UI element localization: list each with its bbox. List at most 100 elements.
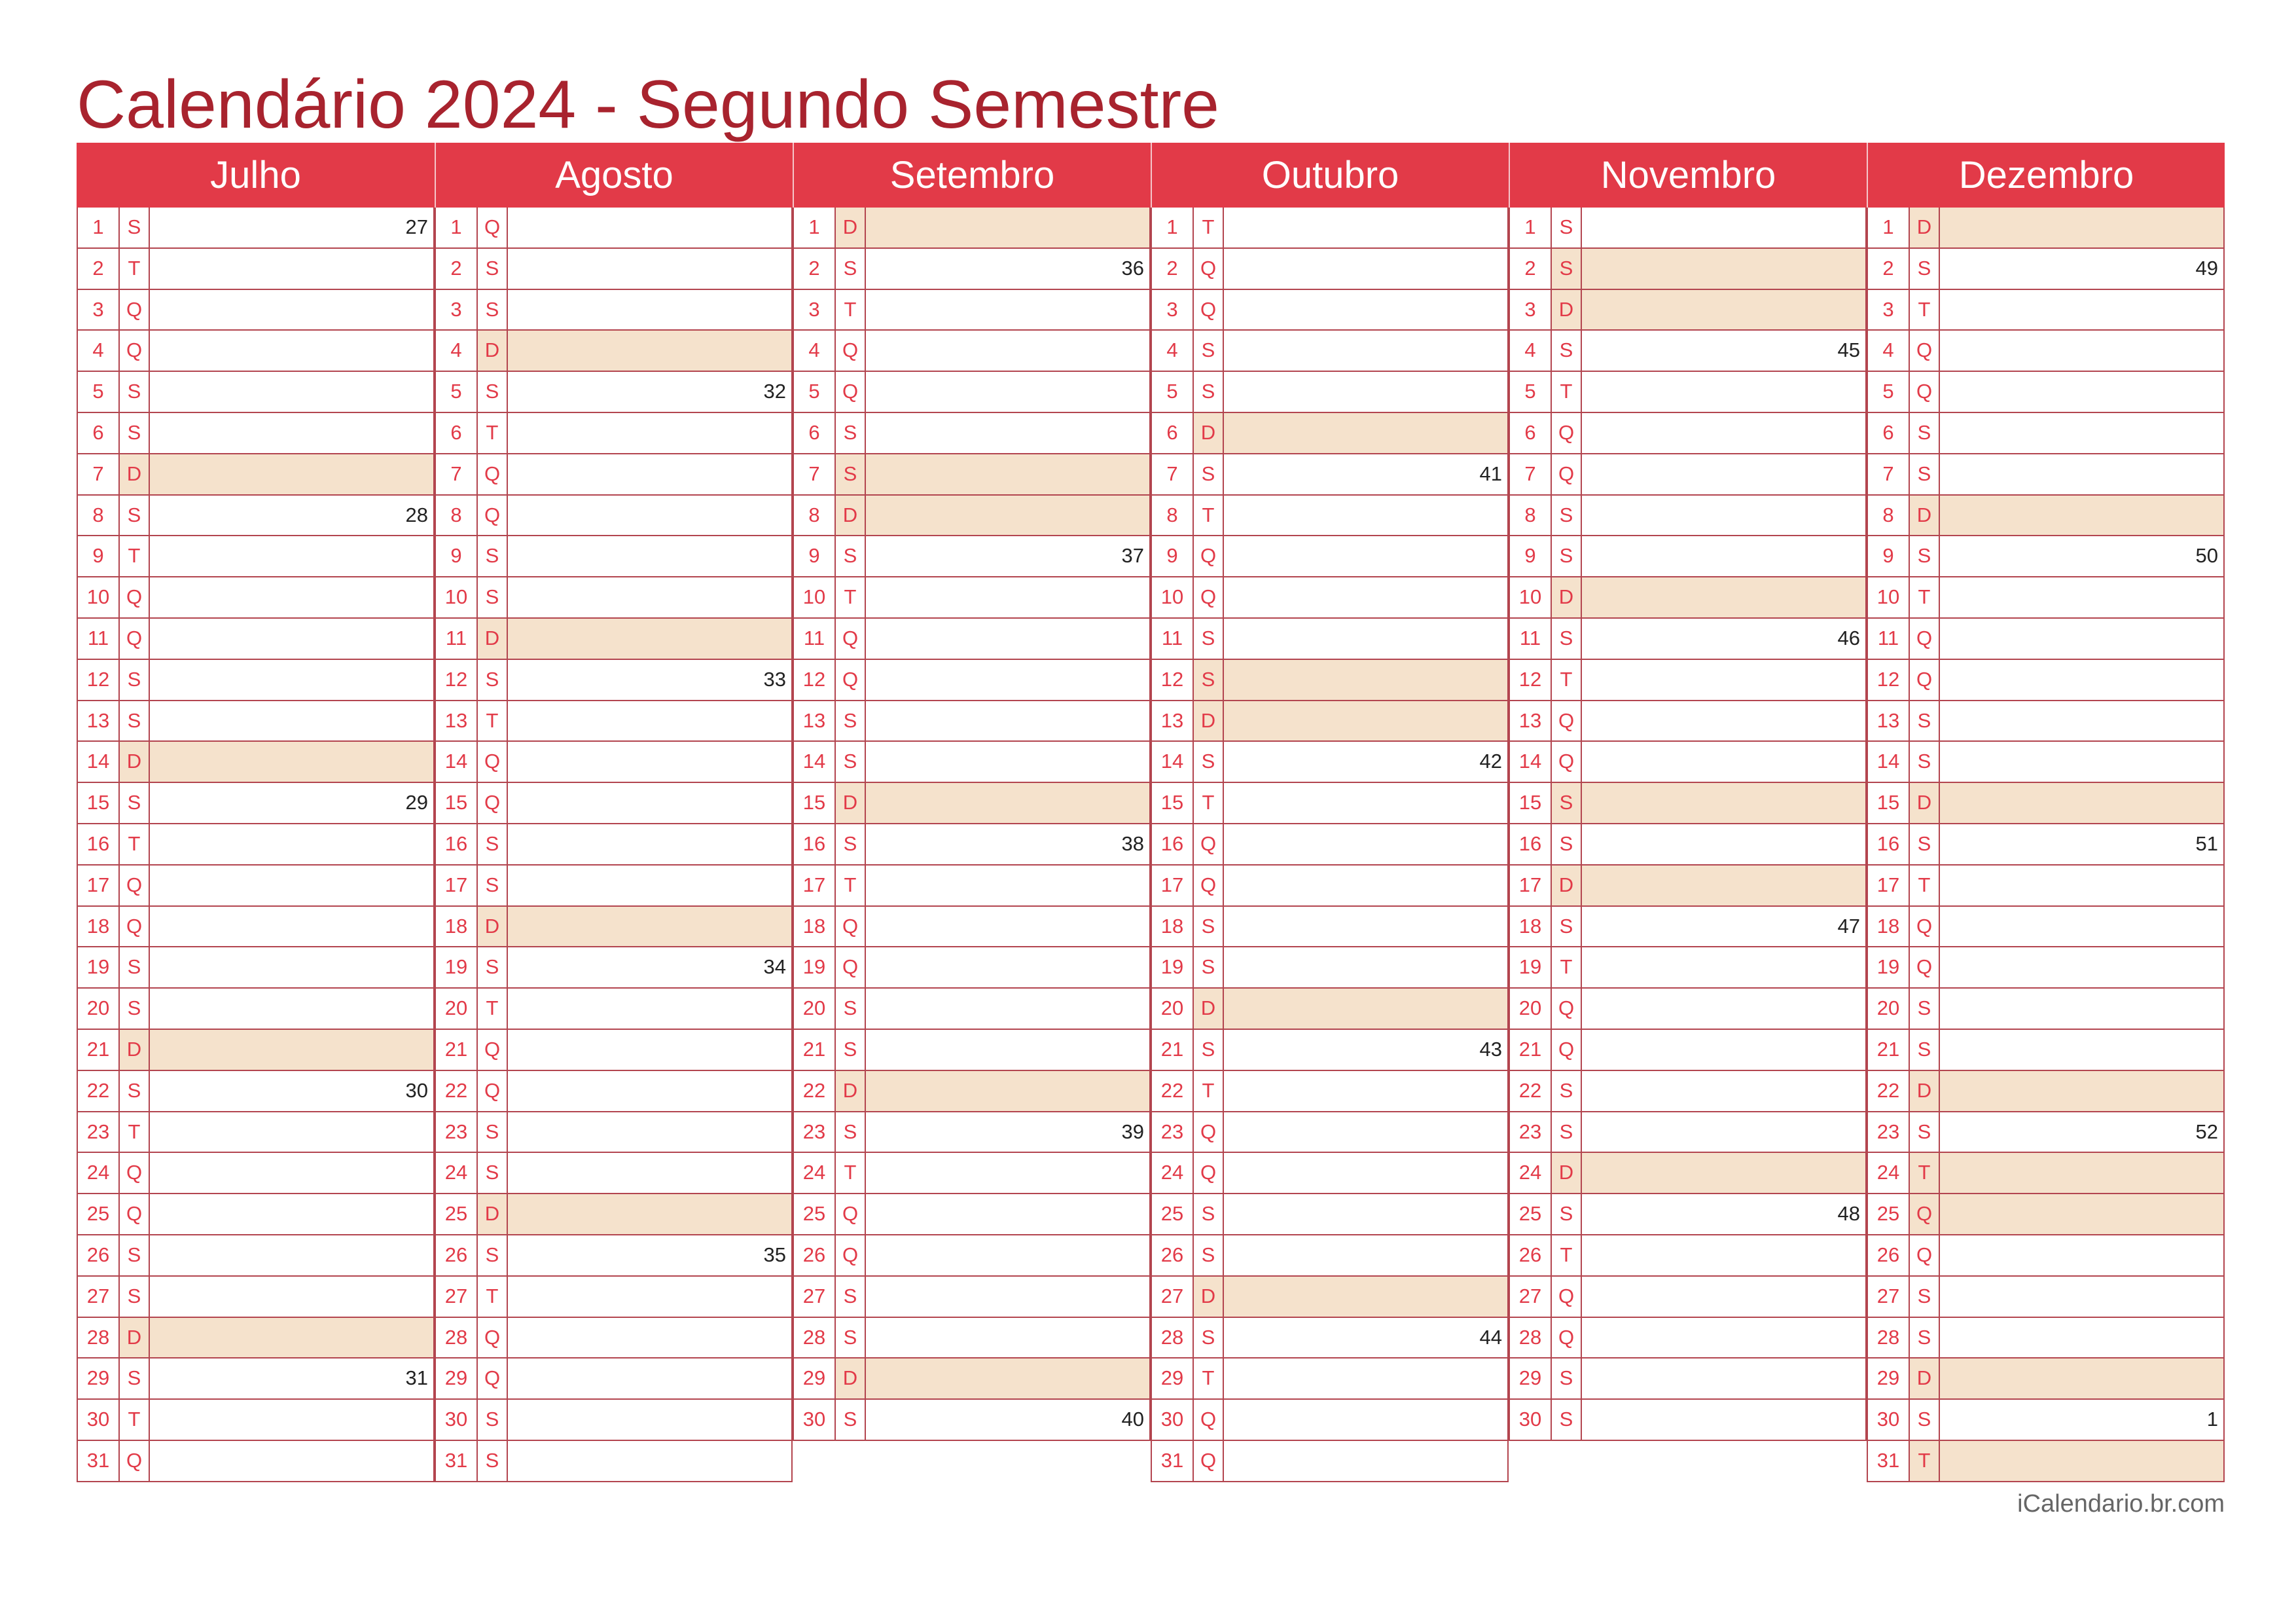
weekday-letter: Q [1910, 372, 1940, 412]
weekday-letter: Q [1194, 865, 1224, 905]
day-row: 22 D [1868, 1070, 2225, 1112]
day-row: 7Q [1510, 454, 1867, 496]
week-number [866, 1153, 1149, 1193]
week-number [1224, 1194, 1507, 1234]
weekday-letter: T [1552, 1235, 1582, 1275]
weekday-letter: D [1194, 412, 1224, 453]
day-number: 29 [794, 1359, 836, 1399]
day-number: 17 [1152, 865, 1194, 905]
week-number [1224, 331, 1507, 371]
week-number [508, 1318, 791, 1358]
day-number: 24 [1868, 1153, 1910, 1194]
week-number: 28 [405, 503, 428, 526]
weekday-letter: S [1552, 208, 1582, 247]
week-number [1582, 372, 1865, 412]
day-row: 16 S 51 [1868, 824, 2225, 866]
week-number [1582, 660, 1865, 700]
day-number: 22 [1152, 1070, 1194, 1111]
day-row: 24 T [794, 1153, 1151, 1195]
day-number: 16 [1152, 824, 1194, 864]
day-row: 10 S [436, 577, 793, 619]
calendar-grid: Julho 1 S 27 2 T 3 Q 4 Q 5 S 6 S 7 D 8 S 28 9 T 10 Q 11 Q 12 S 13 S 1… [77, 143, 2225, 1482]
day-number: 17 [1868, 865, 1910, 905]
weekday-letter: Q [1552, 742, 1582, 782]
day-row: 29 Q [436, 1359, 793, 1400]
day-number: 6 [436, 412, 478, 453]
week-number [1582, 289, 1865, 330]
day-number: 6 [1152, 412, 1194, 453]
day-row: 2S [436, 248, 793, 290]
day-list: 1 D 2 S 36 3 T 4 Q 5 Q 6 S 7 S 8 D 9 S 37 10 T 11 Q 12 Q 13 S 14 S 15 D… [793, 208, 1151, 1441]
weekday-letter: S [120, 947, 150, 988]
week-number: 51 [2195, 831, 2218, 855]
day-row: 23 Q [1152, 1112, 1509, 1154]
weekday-letter: S [120, 412, 150, 453]
week-number [150, 536, 433, 576]
week-number [866, 783, 1149, 823]
weekday-letter: D [478, 1194, 508, 1234]
day-row: 15 Q [436, 783, 793, 824]
week-number [1224, 1235, 1507, 1275]
week-number [508, 1071, 791, 1111]
week-number: 37 [1121, 544, 1144, 568]
day-number: 4 [794, 331, 836, 371]
weekday-letter: Q [1194, 1153, 1224, 1194]
day-row: 2 S 36 [794, 248, 1151, 290]
weekday-letter: S [120, 659, 150, 700]
weekday-letter: S [478, 1440, 508, 1481]
week-number [1224, 536, 1507, 576]
day-number: 30 [436, 1400, 478, 1440]
weekday-letter: D [1552, 865, 1582, 905]
day-number: 29 [1510, 1359, 1552, 1399]
weekday-letter: S [1194, 906, 1224, 947]
day-row: 28 S 44 [1152, 1317, 1509, 1359]
weekday-letter: T [836, 577, 866, 617]
day-row: 19 T [1510, 947, 1867, 989]
day-number: 10 [78, 577, 120, 617]
day-row: 16 Q [1152, 824, 1509, 866]
day-number: 4 [1152, 331, 1194, 371]
day-number: 14 [794, 742, 836, 782]
day-row: 7D [78, 454, 435, 496]
day-number: 2 [1152, 248, 1194, 289]
day-number: 13 [1152, 701, 1194, 741]
day-row: 2 S 49 [1868, 248, 2225, 290]
day-number: 7 [794, 454, 836, 494]
weekday-letter: S [1910, 412, 1940, 453]
day-row: 8Q [436, 495, 793, 537]
day-row: 27 T [436, 1276, 793, 1318]
week-number [1224, 1276, 1507, 1317]
day-row: 1Q [436, 208, 793, 249]
day-number: 19 [1152, 947, 1194, 988]
week-number [1940, 1318, 2223, 1358]
day-number: 10 [794, 577, 836, 617]
day-number: 6 [794, 412, 836, 453]
day-number: 1 [794, 208, 836, 247]
day-row: 26 S 35 [436, 1235, 793, 1277]
day-row: 14 D [78, 742, 435, 784]
day-number: 3 [436, 289, 478, 330]
weekday-letter: T [1194, 1359, 1224, 1399]
week-number [1224, 1112, 1507, 1152]
week-number [1940, 290, 2223, 330]
day-row: 22 S [1510, 1070, 1867, 1112]
day-row: 17 D [1510, 865, 1867, 907]
weekday-letter: Q [1194, 289, 1224, 330]
week-number [1582, 701, 1865, 741]
day-row: 24 T [1868, 1153, 2225, 1195]
day-number: 27 [78, 1276, 120, 1317]
week-number [1940, 866, 2223, 905]
month-column: Outubro 1 T 2 Q 3 Q 4 S 5 S 6 D 7 S 41 8 T 9 Q 10 Q 11 S 12 S 13 D 1… [1151, 143, 1509, 1482]
week-number [508, 1112, 791, 1152]
day-row: 18 S 47 [1510, 906, 1867, 948]
weekday-letter: Q [478, 208, 508, 247]
day-row: 1 S 27 [78, 208, 435, 249]
day-row: 9S [1510, 536, 1867, 578]
day-row: 23 S [436, 1112, 793, 1154]
week-number [150, 1235, 433, 1275]
week-number [1224, 989, 1507, 1029]
weekday-letter: T [836, 865, 866, 905]
day-row: 3T [794, 289, 1151, 331]
day-number: 31 [436, 1440, 478, 1481]
day-number: 28 [436, 1317, 478, 1358]
